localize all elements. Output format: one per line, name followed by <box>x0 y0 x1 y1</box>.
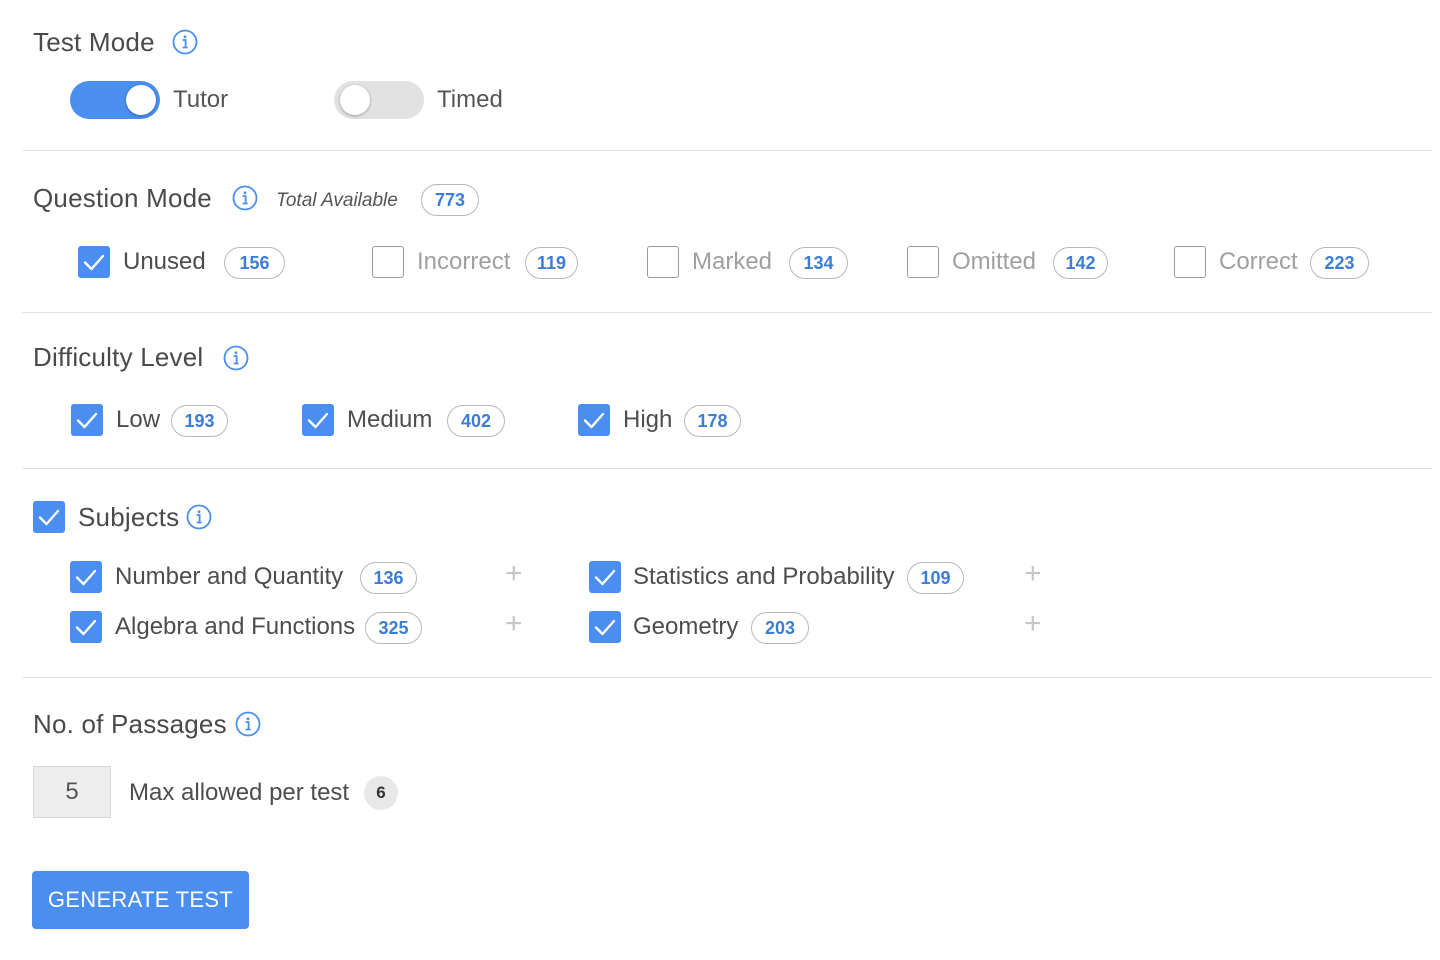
correct-checkbox[interactable] <box>1174 246 1206 278</box>
section-divider <box>22 677 1432 678</box>
algebra-and-functions-checkbox[interactable] <box>70 611 102 643</box>
plus-icon[interactable]: + <box>505 559 523 589</box>
question-mode-title: Question Mode <box>33 183 212 213</box>
low-label: Low <box>116 406 161 433</box>
medium-checkbox[interactable] <box>302 404 334 436</box>
check-icon <box>75 619 97 636</box>
plus-icon[interactable]: + <box>1024 559 1042 589</box>
check-icon <box>83 254 105 271</box>
incorrect-label: Incorrect <box>417 248 511 275</box>
geometry-checkbox[interactable] <box>589 611 621 643</box>
correct-count: 223 <box>1310 247 1369 279</box>
test-mode-title: Test Mode <box>33 27 155 57</box>
subjects-checkbox[interactable] <box>33 501 65 533</box>
plus-icon[interactable]: + <box>1024 609 1042 639</box>
medium-count: 402 <box>447 405 505 437</box>
section-divider <box>22 312 1432 313</box>
passages-title: No. of Passages <box>33 709 227 739</box>
low-count: 193 <box>171 405 228 437</box>
difficulty-level-title: Difficulty Level <box>33 342 204 372</box>
info-circle-icon[interactable] <box>186 504 212 530</box>
geometry-count: 203 <box>751 612 809 644</box>
tutor-label: Tutor <box>173 86 229 113</box>
passages-input[interactable] <box>33 766 111 818</box>
omitted-count: 142 <box>1053 247 1108 279</box>
check-icon <box>307 412 329 429</box>
omitted-checkbox[interactable] <box>907 246 939 278</box>
high-label: High <box>623 406 673 433</box>
section-divider <box>22 150 1432 151</box>
section-divider <box>22 468 1432 469</box>
marked-label: Marked <box>692 248 773 275</box>
check-icon <box>76 412 98 429</box>
statistics-and-probability-count: 109 <box>907 562 964 594</box>
info-circle-icon[interactable] <box>172 29 198 55</box>
info-circle-icon[interactable] <box>235 711 261 737</box>
max-allowed-label: Max allowed per test <box>129 779 350 806</box>
geometry-label: Geometry <box>633 613 739 640</box>
marked-checkbox[interactable] <box>647 246 679 278</box>
toggle-knob <box>126 85 156 115</box>
statistics-and-probability-label: Statistics and Probability <box>633 563 895 590</box>
timed-toggle[interactable] <box>334 81 424 119</box>
omitted-label: Omitted <box>952 248 1037 275</box>
unused-label: Unused <box>123 248 206 275</box>
number-and-quantity-count: 136 <box>360 562 417 594</box>
check-icon <box>594 569 616 586</box>
generate-test-button[interactable]: GENERATE TEST <box>32 871 249 929</box>
subjects-title: Subjects <box>78 502 180 532</box>
check-icon <box>75 569 97 586</box>
statistics-and-probability-checkbox[interactable] <box>589 561 621 593</box>
timed-label: Timed <box>437 86 503 113</box>
total-available-label: Total Available <box>276 190 398 211</box>
correct-label: Correct <box>1219 248 1298 275</box>
check-icon <box>583 412 605 429</box>
unused-count: 156 <box>224 247 285 279</box>
number-and-quantity-label: Number and Quantity <box>115 563 344 590</box>
marked-count: 134 <box>789 247 848 279</box>
plus-icon[interactable]: + <box>505 609 523 639</box>
total-available-count: 773 <box>421 184 479 216</box>
incorrect-checkbox[interactable] <box>372 246 404 278</box>
incorrect-count: 119 <box>525 247 578 279</box>
info-circle-icon[interactable] <box>232 185 258 211</box>
medium-label: Medium <box>347 406 433 433</box>
algebra-and-functions-count: 325 <box>365 612 422 644</box>
max-allowed-badge: 6 <box>364 776 398 810</box>
check-icon <box>594 619 616 636</box>
unused-checkbox[interactable] <box>78 246 110 278</box>
number-and-quantity-checkbox[interactable] <box>70 561 102 593</box>
high-checkbox[interactable] <box>578 404 610 436</box>
high-count: 178 <box>684 405 741 437</box>
info-circle-icon[interactable] <box>223 345 249 371</box>
check-icon <box>38 509 60 526</box>
low-checkbox[interactable] <box>71 404 103 436</box>
tutor-toggle[interactable] <box>70 81 160 119</box>
toggle-knob <box>340 85 370 115</box>
algebra-and-functions-label: Algebra and Functions <box>115 613 356 640</box>
